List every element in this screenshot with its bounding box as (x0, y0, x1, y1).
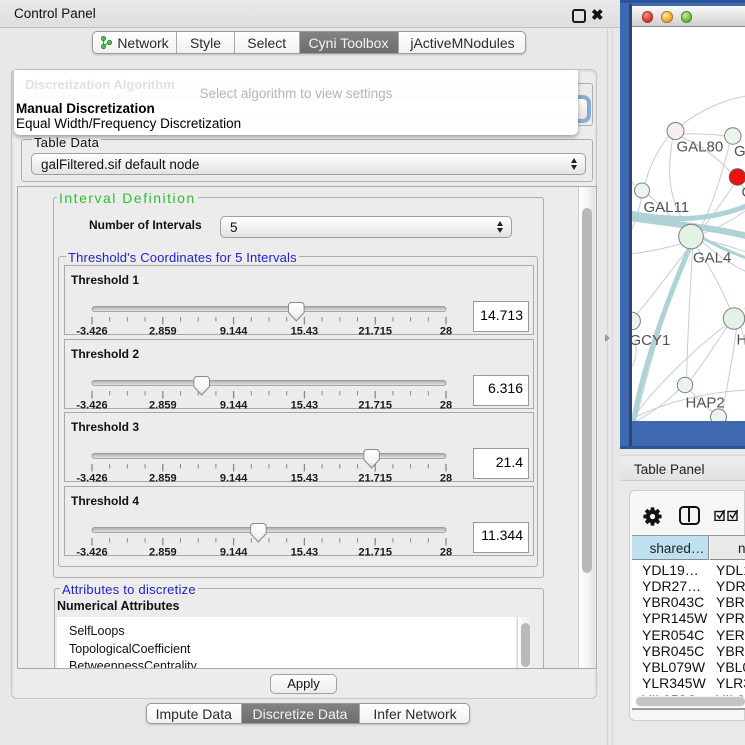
svg-text:CD: CD (741, 184, 745, 201)
svg-text:28: 28 (440, 473, 452, 484)
svg-text:15.43: 15.43 (291, 473, 319, 484)
svg-text:28: 28 (440, 546, 452, 557)
svg-text:-3.426: -3.426 (76, 473, 107, 484)
svg-text:2.859: 2.859 (149, 399, 177, 410)
svg-text:21.715: 21.715 (358, 326, 392, 337)
svg-text:9.144: 9.144 (220, 473, 248, 484)
svg-text:15.43: 15.43 (291, 399, 319, 410)
svg-text:2.859: 2.859 (149, 473, 177, 484)
svg-text:9.144: 9.144 (220, 399, 248, 410)
svg-text:-3.426: -3.426 (76, 546, 107, 557)
svg-text:21.715: 21.715 (358, 399, 392, 410)
svg-text:15.43: 15.43 (291, 546, 319, 557)
svg-text:2.859: 2.859 (149, 546, 177, 557)
svg-text:H: H (736, 332, 745, 349)
svg-text:28: 28 (440, 399, 452, 410)
svg-text:28: 28 (440, 326, 452, 337)
svg-text:2.859: 2.859 (149, 326, 177, 337)
svg-text:GAL4: GAL4 (693, 250, 731, 267)
svg-text:-3.426: -3.426 (76, 326, 107, 337)
svg-text:GA: GA (734, 143, 745, 160)
svg-text:15.43: 15.43 (291, 326, 319, 337)
svg-text:HAP2: HAP2 (685, 395, 724, 412)
svg-text:21.715: 21.715 (358, 546, 392, 557)
svg-text:9.144: 9.144 (220, 546, 248, 557)
svg-text:9.144: 9.144 (220, 326, 248, 337)
svg-text:21.715: 21.715 (358, 473, 392, 484)
svg-text:GCY1: GCY1 (632, 332, 670, 349)
svg-text:-3.426: -3.426 (76, 399, 107, 410)
svg-text:GAL11: GAL11 (643, 199, 689, 216)
svg-text:GAL80: GAL80 (676, 139, 723, 156)
